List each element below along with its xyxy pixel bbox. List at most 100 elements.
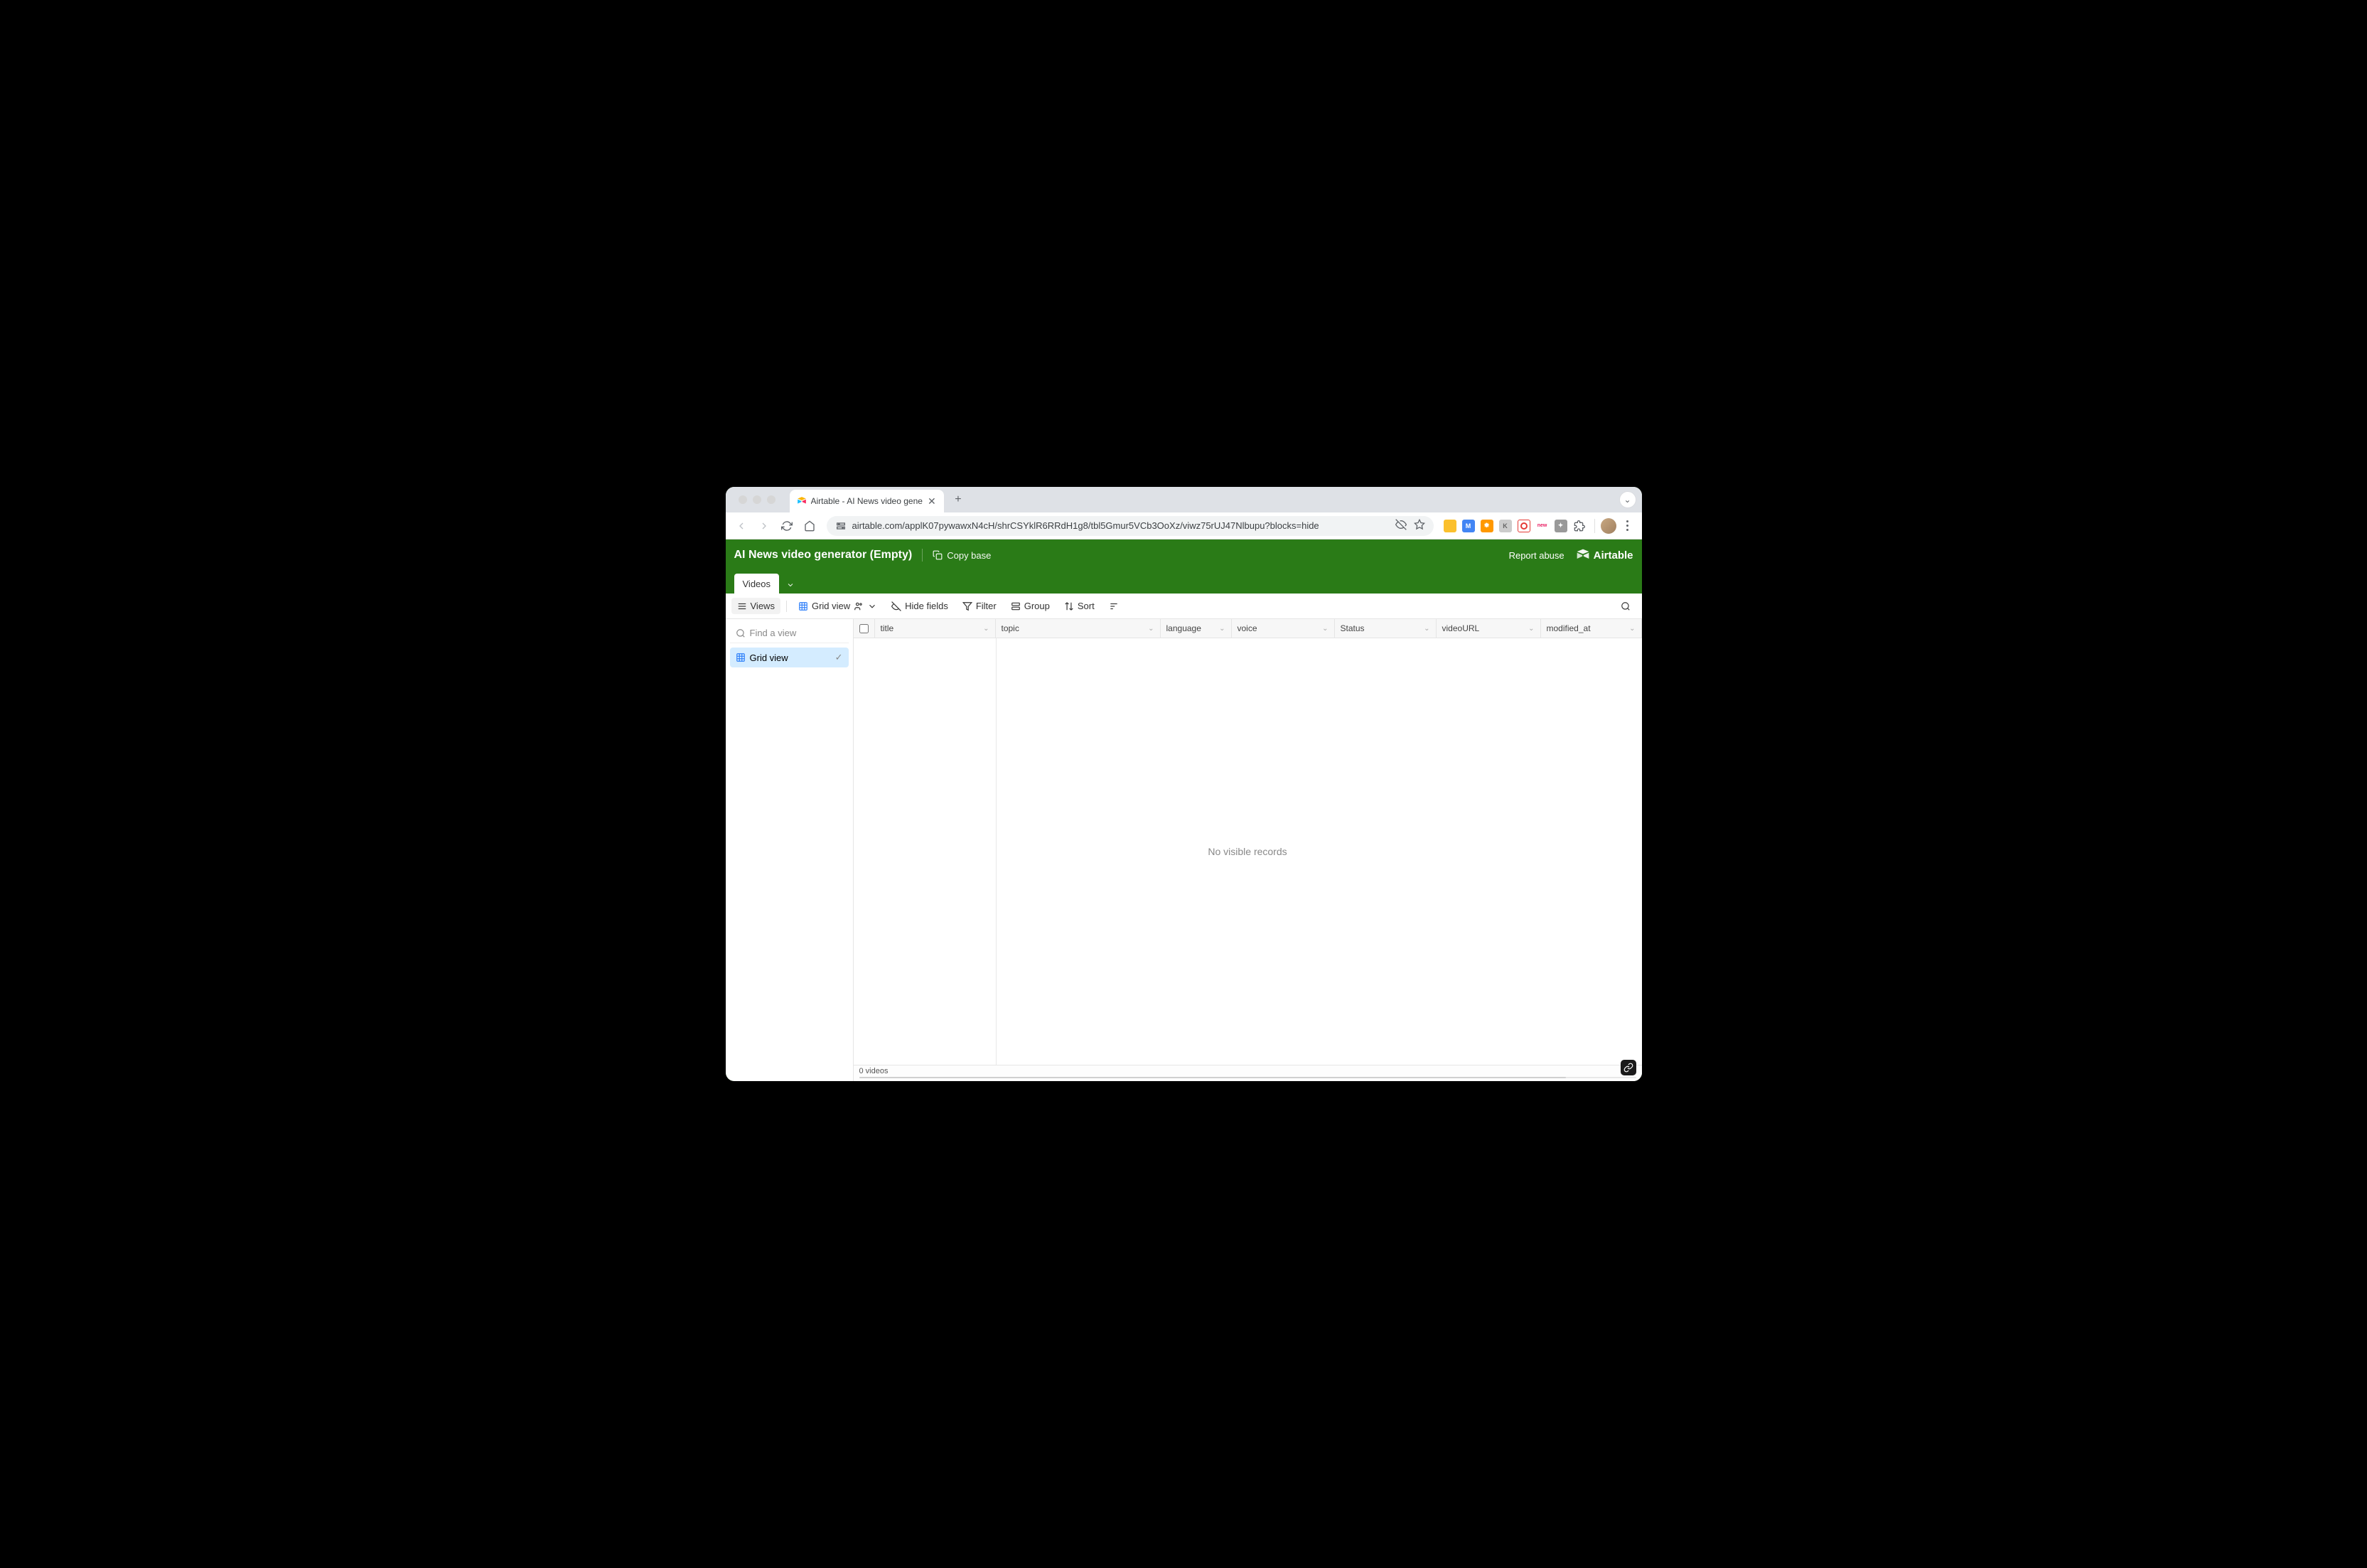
tab-bar: Airtable - AI News video gene ✕ + ⌄ [726,487,1642,512]
select-all-checkbox[interactable] [859,624,869,633]
back-button[interactable] [731,516,751,536]
base-title: AI News video generator (Empty) [734,549,913,562]
table-tab-videos[interactable]: Videos [734,574,780,594]
tab-dropdown-button[interactable]: ⌄ [1619,491,1636,508]
window-controls [731,495,783,504]
hide-fields-label: Hide fields [905,601,948,611]
extension-icon[interactable]: ✹ [1481,520,1493,532]
extensions-puzzle-icon[interactable] [1573,520,1586,532]
scrollbar-thumb[interactable] [859,1077,1567,1078]
close-window[interactable] [739,495,747,504]
airtable-logo-icon [1576,548,1590,562]
chevron-down-icon: ⌄ [983,625,989,633]
search-icon [736,628,746,638]
minimize-window[interactable] [753,495,761,504]
chevron-down-icon: ⌄ [1322,625,1328,633]
bookmark-star-icon[interactable] [1414,519,1425,532]
people-icon [854,601,864,611]
chevron-down-icon: ⌄ [1219,625,1225,633]
extension-icon[interactable]: M [1462,520,1475,532]
grid-icon [798,601,808,611]
new-tab-button[interactable]: + [948,490,968,510]
find-view-placeholder: Find a view [750,628,797,638]
extension-icon[interactable]: ✦ [1555,520,1567,532]
main-area: Find a view Grid view ✓ title⌄ topic⌄ la… [726,619,1642,1081]
view-toolbar: Views Grid view Hide fields Filter Group… [726,594,1642,619]
chevron-down-icon: ⌄ [1629,625,1635,633]
grid-footer: 0 videos [854,1065,1642,1081]
check-icon: ✓ [835,652,843,663]
app-header: AI News video generator (Empty) Copy bas… [726,539,1642,571]
filter-button[interactable]: Filter [957,598,1002,614]
extensions-area: M ✹ K new ✦ [1441,520,1589,532]
profile-avatar[interactable] [1601,518,1616,534]
search-icon [1621,601,1631,611]
horizontal-scrollbar[interactable] [859,1077,1636,1078]
close-tab-icon[interactable]: ✕ [927,496,937,506]
group-label: Group [1024,601,1050,611]
column-header-videourl[interactable]: videoURL⌄ [1437,619,1541,638]
maximize-window[interactable] [767,495,775,504]
browser-tab[interactable]: Airtable - AI News video gene ✕ [790,490,944,512]
filter-icon [962,601,972,611]
grid-view-label: Grid view [812,601,850,611]
copy-icon [933,550,943,560]
row-height-button[interactable] [1103,598,1125,614]
browser-window: Airtable - AI News video gene ✕ + ⌄ airt… [726,487,1642,1081]
copy-base-button[interactable]: Copy base [933,550,991,561]
group-button[interactable]: Group [1005,598,1056,614]
grid-view-button[interactable]: Grid view [793,598,883,614]
divider [786,601,787,612]
chevron-down-icon: ⌄ [1424,625,1429,633]
grid-icon [736,653,746,662]
airtable-logo[interactable]: Airtable [1576,548,1633,562]
site-settings-icon[interactable] [835,520,847,532]
address-row: airtable.com/applK07pywawxN4cH/shrCSYklR… [726,512,1642,539]
group-icon [1011,601,1021,611]
search-button[interactable] [1615,598,1636,614]
table-tabs: Videos [726,571,1642,594]
report-abuse-link[interactable]: Report abuse [1509,550,1564,561]
eye-off-icon [891,601,901,611]
home-button[interactable] [800,516,820,536]
url-text: airtable.com/applK07pywawxN4cH/shrCSYklR… [852,520,1390,531]
airtable-favicon-icon [797,496,807,506]
chevron-down-icon: ⌄ [1528,625,1534,633]
airtable-brand-text: Airtable [1594,549,1633,562]
column-header-status[interactable]: Status⌄ [1335,619,1437,638]
row-height-icon [1109,601,1119,611]
address-bar[interactable]: airtable.com/applK07pywawxN4cH/shrCSYklR… [827,516,1434,536]
column-header-voice[interactable]: voice⌄ [1232,619,1335,638]
sort-icon [1064,601,1074,611]
link-badge-icon[interactable] [1621,1060,1636,1075]
sort-button[interactable]: Sort [1058,598,1100,614]
browser-chrome: Airtable - AI News video gene ✕ + ⌄ airt… [726,487,1642,539]
sort-label: Sort [1078,601,1095,611]
views-button[interactable]: Views [731,598,780,614]
record-count: 0 videos [859,1065,889,1077]
extension-icon[interactable] [1518,520,1530,532]
grid-area: title⌄ topic⌄ language⌄ voice⌄ Status⌄ v… [854,619,1642,1081]
extension-icon[interactable] [1444,520,1456,532]
column-header-topic[interactable]: topic⌄ [996,619,1161,638]
extension-icon[interactable]: K [1499,520,1512,532]
tab-title: Airtable - AI News video gene [811,496,923,506]
select-all-column[interactable] [854,619,875,638]
find-view-input[interactable]: Find a view [730,623,849,643]
forward-button[interactable] [754,516,774,536]
column-header-modified-at[interactable]: modified_at⌄ [1541,619,1642,638]
table-tab-menu[interactable] [782,576,799,594]
view-sidebar: Find a view Grid view ✓ [726,619,854,1081]
browser-menu-button[interactable] [1619,520,1636,531]
empty-state: No visible records [854,638,1642,1065]
divider [922,549,923,562]
column-header-title[interactable]: title⌄ [875,619,996,638]
hide-fields-button[interactable]: Hide fields [886,598,954,614]
column-header-language[interactable]: language⌄ [1161,619,1232,638]
eye-off-icon[interactable] [1395,519,1407,532]
reload-button[interactable] [777,516,797,536]
sidebar-view-grid[interactable]: Grid view ✓ [730,648,849,667]
chevron-down-icon: ⌄ [1148,625,1154,633]
extension-icon[interactable]: new [1536,520,1549,532]
copy-base-label: Copy base [947,550,991,561]
